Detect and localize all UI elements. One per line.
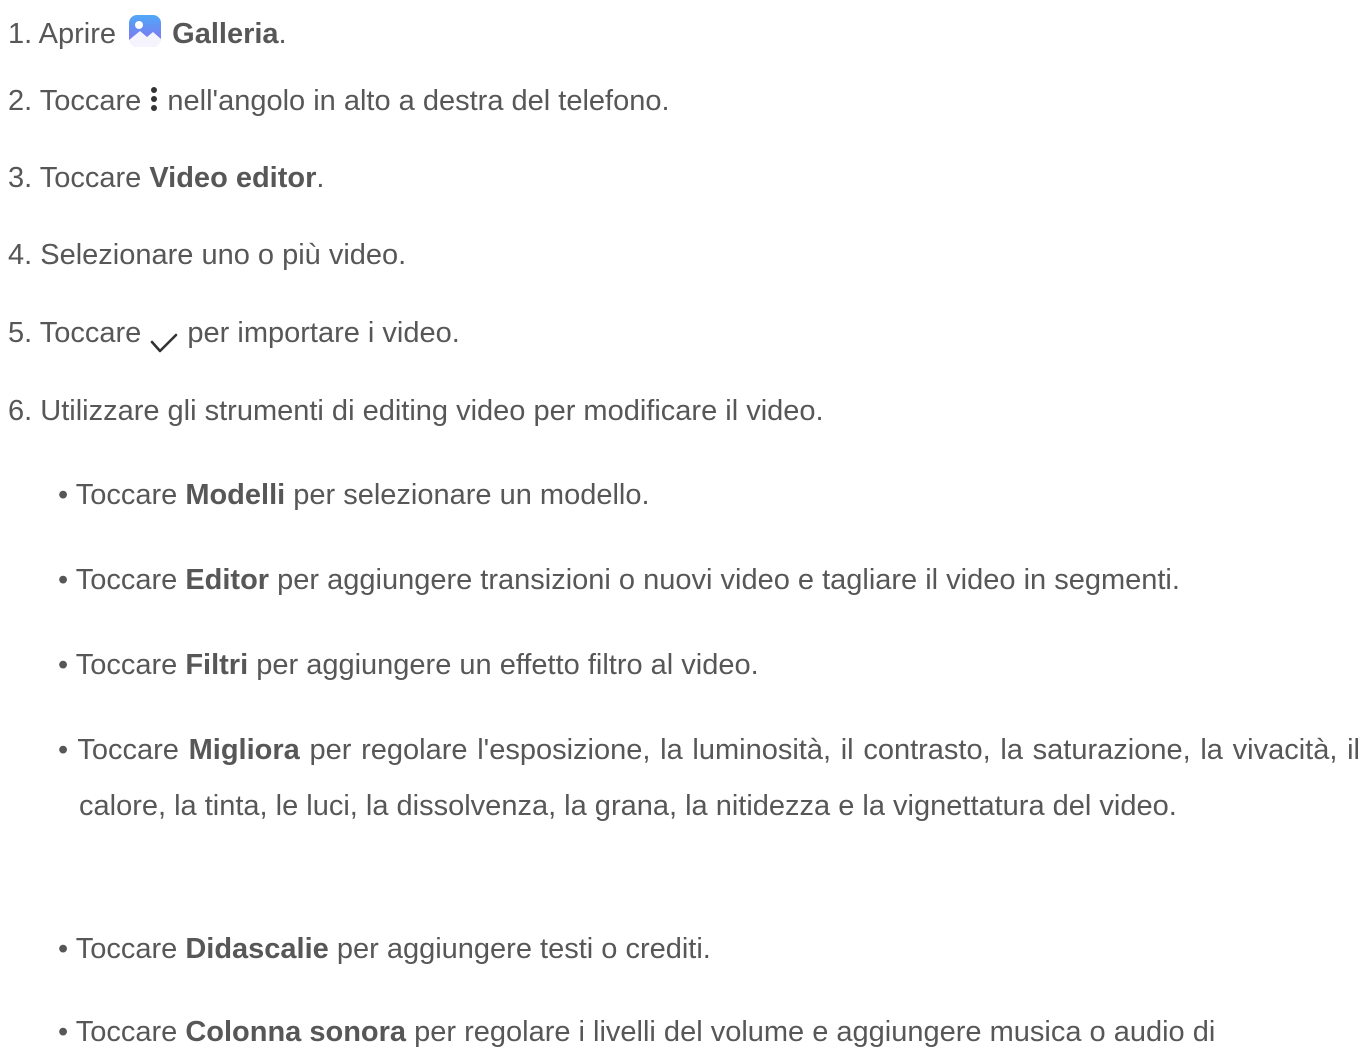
checkmark-icon bbox=[149, 325, 179, 353]
step-text: Selezionare uno o più video. bbox=[40, 239, 407, 271]
step-4: 4. Selezionare uno o più video. bbox=[8, 235, 406, 275]
step-text: Toccare bbox=[39, 85, 142, 117]
step-5: 5. Toccare per importare i video. bbox=[8, 313, 460, 353]
filtri-label: Filtri bbox=[185, 649, 249, 681]
bullet-mark: • bbox=[58, 1016, 69, 1048]
step-text: Aprire bbox=[38, 18, 117, 50]
editor-label: Editor bbox=[185, 564, 270, 596]
step-text: Toccare bbox=[39, 317, 142, 349]
bullet-mark: • bbox=[58, 479, 69, 511]
gallery-app-icon bbox=[128, 14, 162, 48]
more-vertical-icon bbox=[149, 84, 159, 114]
modelli-label: Modelli bbox=[185, 479, 286, 511]
bullet-item-modelli: • Toccare Modelli per selezionare un mod… bbox=[58, 479, 650, 511]
step-1: 1. Aprire Galleria. bbox=[8, 14, 287, 54]
bullet-mark: • bbox=[58, 734, 69, 766]
step-text: Utilizzare gli strumenti di editing vide… bbox=[40, 395, 824, 427]
bullet-item-migliora: • Toccare Migliora per regolare l'esposi… bbox=[58, 734, 1360, 822]
gallery-label: Galleria bbox=[172, 18, 279, 50]
step-number: 3. bbox=[8, 162, 33, 194]
bullet-mark: • bbox=[58, 649, 69, 681]
bullet-item-colonna-sonora: • Toccare Colonna sonora per regolare i … bbox=[58, 1016, 1216, 1048]
bullet-item-filtri: • Toccare Filtri per aggiungere un effet… bbox=[58, 649, 759, 681]
bullet-item-didascalie: • Toccare Didascalie per aggiungere test… bbox=[58, 933, 711, 965]
step-number: 1. bbox=[8, 18, 33, 50]
bullet-item-editor: • Toccare Editor per aggiungere transizi… bbox=[58, 564, 1180, 596]
bullet-mark: • bbox=[58, 564, 69, 596]
step-6: 6. Utilizzare gli strumenti di editing v… bbox=[8, 391, 824, 431]
step-number: 2. bbox=[8, 85, 33, 117]
step-number: 4. bbox=[8, 239, 33, 271]
colonna-sonora-label: Colonna sonora bbox=[185, 1016, 407, 1048]
step-3: 3. Toccare Video editor. bbox=[8, 162, 325, 194]
step-number: 6. bbox=[8, 395, 33, 427]
step-text: Toccare bbox=[39, 162, 142, 194]
step-number: 5. bbox=[8, 317, 33, 349]
bullet-mark: • bbox=[58, 933, 69, 965]
didascalie-label: Didascalie bbox=[185, 933, 329, 965]
video-editor-label: Video editor bbox=[149, 162, 317, 194]
migliora-label: Migliora bbox=[188, 734, 300, 766]
step-2: 2. Toccare nell'angolo in alto a destra … bbox=[8, 84, 670, 117]
